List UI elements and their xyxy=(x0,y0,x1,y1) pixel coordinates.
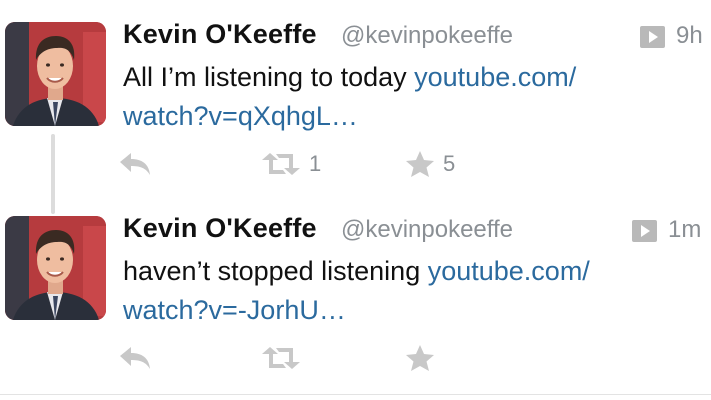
reply-icon xyxy=(120,347,150,369)
author-handle[interactable]: @kevinpokeeffe xyxy=(341,22,513,50)
tweet-timeline: Kevin O'Keeffe @kevinpokeeffe 9h All I’m… xyxy=(0,0,711,400)
favorite-button[interactable] xyxy=(405,342,443,374)
tweet-timestamp[interactable]: 9h xyxy=(676,22,703,50)
star-icon xyxy=(406,345,434,371)
tweet-text: haven’t stopped listening youtube.com/ w… xyxy=(123,252,703,330)
author-name[interactable]: Kevin O'Keeffe xyxy=(123,19,317,50)
favorite-button[interactable]: 5 xyxy=(405,148,455,180)
retweet-button[interactable] xyxy=(261,342,309,374)
star-icon xyxy=(406,151,434,177)
play-media-icon xyxy=(632,220,657,242)
favorite-count: 5 xyxy=(443,151,456,176)
author-handle[interactable]: @kevinpokeeffe xyxy=(341,216,513,244)
tweet-link[interactable]: youtube.com/ xyxy=(428,256,590,286)
tweet-text-body: haven’t stopped listening xyxy=(123,256,428,286)
tweet-text: All I’m listening to today youtube.com/ … xyxy=(123,58,703,136)
divider xyxy=(0,394,711,395)
play-media-icon xyxy=(640,26,665,48)
retweet-count: 1 xyxy=(309,151,322,176)
retweet-icon xyxy=(262,347,300,369)
reply-button[interactable] xyxy=(118,148,152,180)
reply-icon xyxy=(120,153,150,175)
tweet[interactable]: Kevin O'Keeffe @kevinpokeeffe 1m haven’t… xyxy=(0,194,711,388)
tweet-link[interactable]: youtube.com/ xyxy=(414,62,576,92)
tweet[interactable]: Kevin O'Keeffe @kevinpokeeffe 9h All I’m… xyxy=(0,0,711,194)
tweet-link-continued[interactable]: watch?v=-JorhU… xyxy=(123,295,346,325)
retweet-icon xyxy=(262,153,300,175)
tweet-link-continued[interactable]: watch?v=qXqhgL… xyxy=(123,101,358,131)
retweet-button[interactable]: 1 xyxy=(261,148,321,180)
avatar[interactable] xyxy=(5,22,106,126)
avatar[interactable] xyxy=(5,216,106,320)
tweet-timestamp[interactable]: 1m xyxy=(668,216,701,244)
tweet-text-body: All I’m listening to today xyxy=(123,62,415,92)
reply-button[interactable] xyxy=(118,342,152,374)
author-name[interactable]: Kevin O'Keeffe xyxy=(123,213,317,244)
